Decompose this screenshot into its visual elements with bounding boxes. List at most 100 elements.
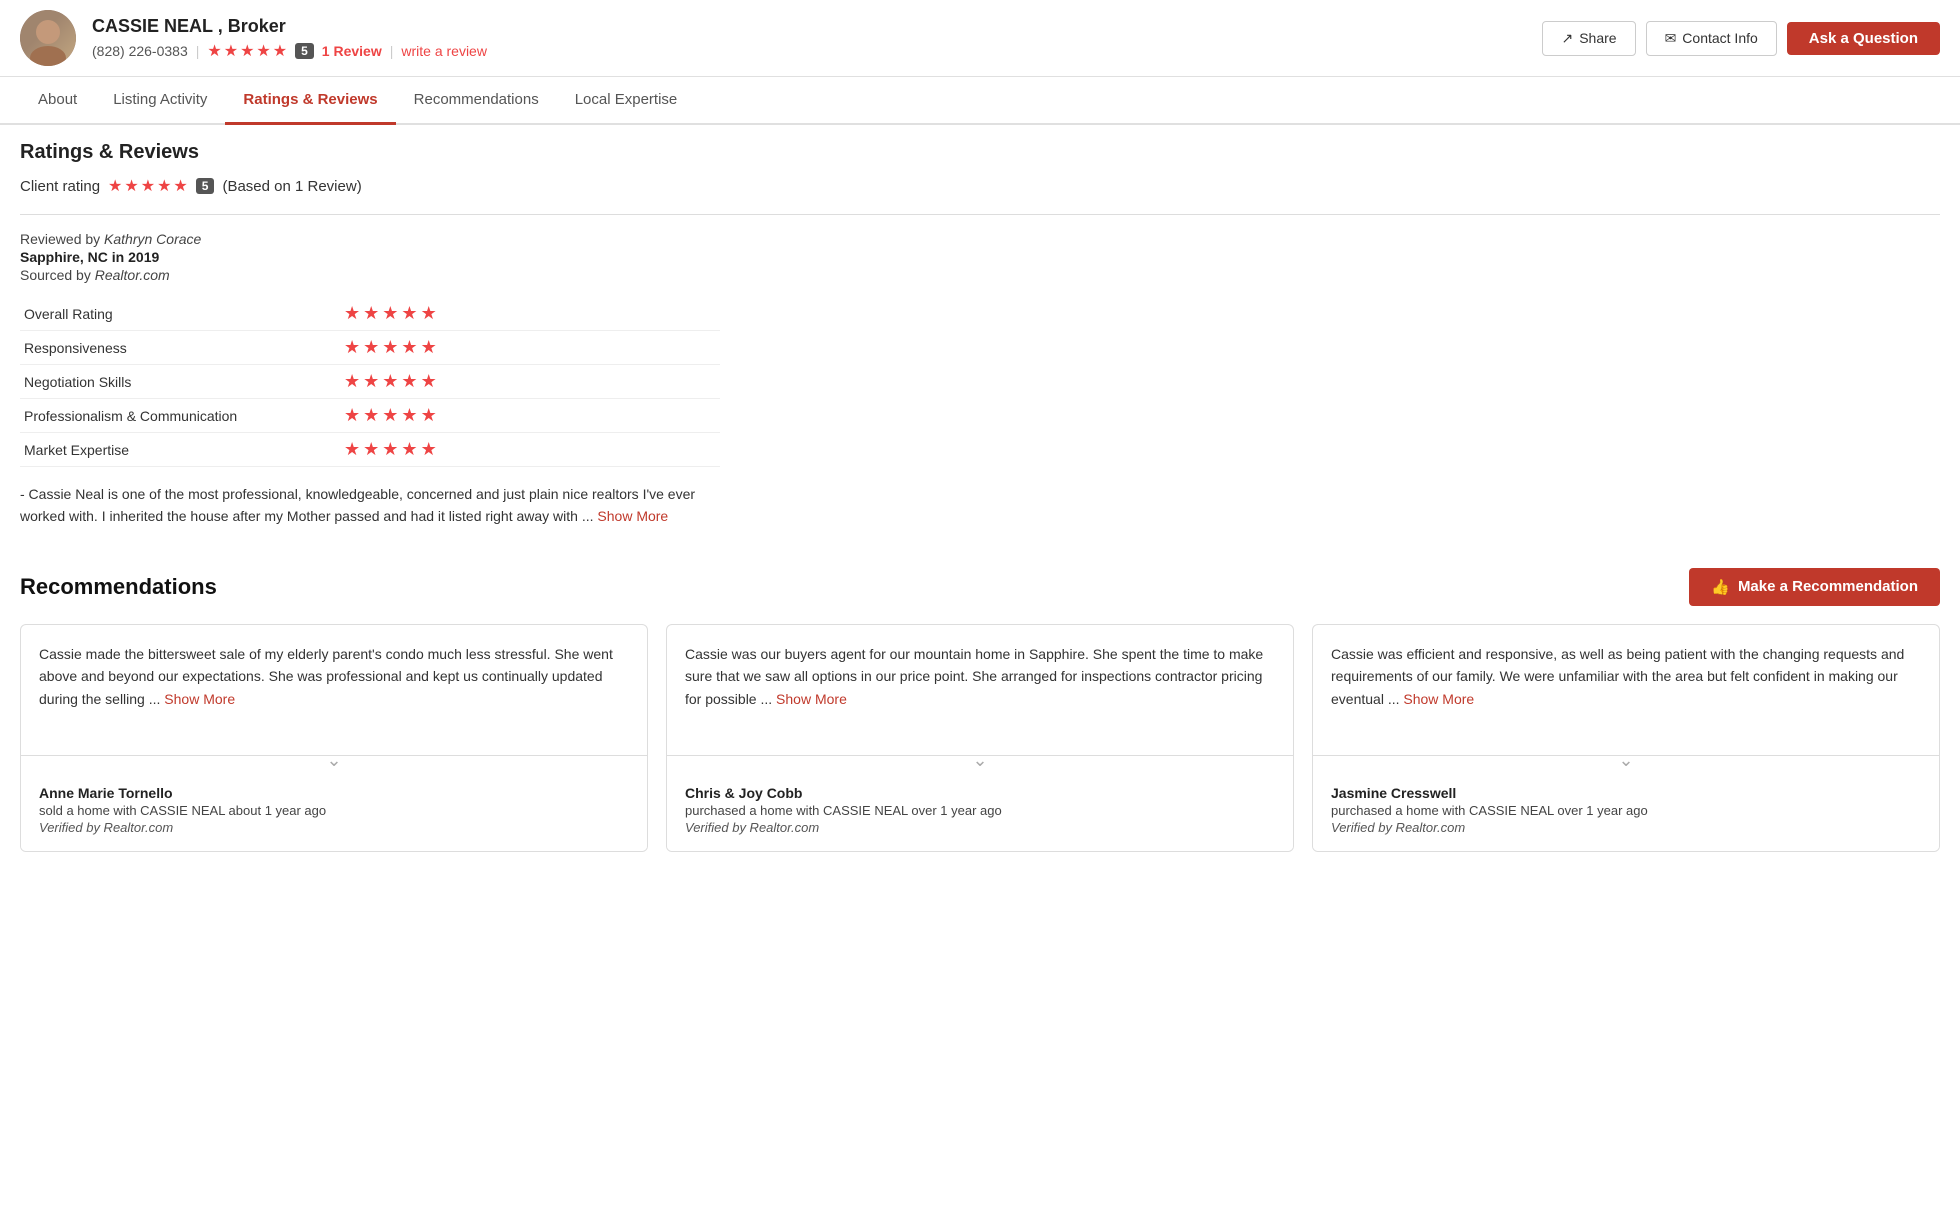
rec-card-footer-2: Jasmine Cresswell purchased a home with C… <box>1313 773 1939 851</box>
ratings-title: Ratings & Reviews <box>20 141 199 164</box>
rating-row-2: Negotiation Skills★★★★★ <box>20 365 720 399</box>
star-3: ★ <box>240 41 254 61</box>
reviewer-name: Kathryn Corace <box>104 231 201 247</box>
client-rating-badge: 5 <box>196 178 215 194</box>
review-body-text: - Cassie Neal is one of the most profess… <box>20 486 695 524</box>
thumbs-up-icon: 👍 <box>1711 578 1730 596</box>
star-cell-2-2: ★ <box>382 371 398 392</box>
share-button[interactable]: ↗ Share <box>1542 21 1635 56</box>
cr-star-2: ★ <box>124 176 138 196</box>
rating-stars-1: ★★★★★ <box>340 331 720 365</box>
rec-card-0: Cassie made the bittersweet sale of my e… <box>20 624 648 852</box>
star-5: ★ <box>273 41 287 61</box>
page-header: CASSIE NEAL , Broker (828) 226-0383 | ★ … <box>0 0 1960 77</box>
share-label: Share <box>1579 30 1616 46</box>
star-cell-1-3: ★ <box>401 337 417 358</box>
tab-ratings-reviews[interactable]: Ratings & Reviews <box>225 77 395 125</box>
star-cell-1-1: ★ <box>363 337 379 358</box>
rating-row-1: Responsiveness★★★★★ <box>20 331 720 365</box>
review-show-more[interactable]: Show More <box>597 508 668 524</box>
star-cell-2-3: ★ <box>401 371 417 392</box>
rec-card-1: Cassie was our buyers agent for our moun… <box>666 624 1294 852</box>
ask-question-button[interactable]: Ask a Question <box>1787 22 1940 55</box>
header-stars: ★ ★ ★ ★ ★ <box>207 41 287 61</box>
client-rating-row: Client rating ★ ★ ★ ★ ★ 5 (Based on 1 Re… <box>20 176 1940 196</box>
tab-local-expertise[interactable]: Local Expertise <box>557 77 696 125</box>
share-icon: ↗ <box>1561 30 1573 47</box>
star-cell-3-4: ★ <box>421 405 437 426</box>
rating-category-1: Responsiveness <box>20 331 340 365</box>
rec-person-detail-2: purchased a home with CASSIE NEAL over 1… <box>1331 803 1921 818</box>
star-4: ★ <box>256 41 270 61</box>
agent-sub: (828) 226-0383 | ★ ★ ★ ★ ★ 5 1 Review | … <box>92 41 1526 61</box>
sourced-source: Realtor.com <box>95 267 170 283</box>
star-cell-2-0: ★ <box>344 371 360 392</box>
rec-show-more-1[interactable]: Show More <box>776 691 847 707</box>
rating-category-0: Overall Rating <box>20 297 340 331</box>
tab-about[interactable]: About <box>20 77 95 125</box>
review-card: Reviewed by Kathryn Corace Sapphire, NC … <box>20 214 1940 528</box>
rec-card-body-2: Cassie was efficient and responsive, as … <box>1313 625 1939 755</box>
cr-star-3: ★ <box>141 176 155 196</box>
star-1: ★ <box>207 41 221 61</box>
star-cell-1-2: ★ <box>382 337 398 358</box>
cr-star-1: ★ <box>108 176 122 196</box>
rec-person-name-1: Chris & Joy Cobb <box>685 785 1275 801</box>
header-actions: ↗ Share ✉ Contact Info Ask a Question <box>1542 21 1940 56</box>
star-2: ★ <box>224 41 238 61</box>
rec-person-name-0: Anne Marie Tornello <box>39 785 629 801</box>
tab-recommendations[interactable]: Recommendations <box>396 77 557 125</box>
rec-card-divider-2 <box>1313 755 1939 773</box>
star-cell-3-2: ★ <box>382 405 398 426</box>
rating-stars-2: ★★★★★ <box>340 365 720 399</box>
reviewed-by-line: Reviewed by Kathryn Corace <box>20 231 1940 247</box>
separator-1: | <box>196 43 200 59</box>
rec-card-2: Cassie was efficient and responsive, as … <box>1312 624 1940 852</box>
tab-listing-activity[interactable]: Listing Activity <box>95 77 225 125</box>
recommendations-title: Recommendations <box>20 574 217 600</box>
star-cell-4-0: ★ <box>344 439 360 460</box>
contact-info-label: Contact Info <box>1682 30 1758 46</box>
make-recommendation-button[interactable]: 👍 Make a Recommendation <box>1689 568 1940 606</box>
rating-stars-3: ★★★★★ <box>340 399 720 433</box>
avatar-image <box>20 10 76 66</box>
rating-row-3: Professionalism & Communication★★★★★ <box>20 399 720 433</box>
star-cell-4-2: ★ <box>382 439 398 460</box>
star-cell-0-0: ★ <box>344 303 360 324</box>
sourced-by-line: Sourced by Realtor.com <box>20 267 1940 283</box>
rec-card-divider-1 <box>667 755 1293 773</box>
star-cell-3-0: ★ <box>344 405 360 426</box>
star-cell-1-4: ★ <box>421 337 437 358</box>
rec-show-more-2[interactable]: Show More <box>1403 691 1474 707</box>
rec-card-divider-0 <box>21 755 647 773</box>
rec-person-name-2: Jasmine Cresswell <box>1331 785 1921 801</box>
review-text-body: - Cassie Neal is one of the most profess… <box>20 483 720 528</box>
review-count[interactable]: 1 Review <box>322 43 382 59</box>
make-rec-label: Make a Recommendation <box>1738 578 1918 595</box>
rec-show-more-0[interactable]: Show More <box>164 691 235 707</box>
star-cell-4-1: ★ <box>363 439 379 460</box>
rec-verified-0: Verified by Realtor.com <box>39 820 629 835</box>
agent-avatar <box>20 10 76 66</box>
star-cell-0-1: ★ <box>363 303 379 324</box>
cr-star-4: ★ <box>157 176 171 196</box>
star-cell-0-4: ★ <box>421 303 437 324</box>
rating-stars-4: ★★★★★ <box>340 433 720 467</box>
rec-card-footer-1: Chris & Joy Cobbpurchased a home with CA… <box>667 773 1293 851</box>
write-review-link[interactable]: write a review <box>401 43 487 59</box>
reviewed-location: Sapphire, NC in 2019 <box>20 249 1940 265</box>
agent-info: CASSIE NEAL , Broker (828) 226-0383 | ★ … <box>92 16 1526 61</box>
star-cell-2-4: ★ <box>421 371 437 392</box>
nav-tabs: About Listing Activity Ratings & Reviews… <box>0 77 1960 125</box>
rec-cards-grid: Cassie made the bittersweet sale of my e… <box>20 624 1940 852</box>
separator-2: | <box>390 43 394 59</box>
rating-category-4: Market Expertise <box>20 433 340 467</box>
contact-info-button[interactable]: ✉ Contact Info <box>1646 21 1777 56</box>
cr-star-5: ★ <box>173 176 187 196</box>
rec-verified-1: Verified by Realtor.com <box>685 820 1275 835</box>
star-cell-0-2: ★ <box>382 303 398 324</box>
star-cell-4-4: ★ <box>421 439 437 460</box>
rating-category-3: Professionalism & Communication <box>20 399 340 433</box>
star-cell-0-3: ★ <box>401 303 417 324</box>
star-count-badge: 5 <box>295 43 314 59</box>
